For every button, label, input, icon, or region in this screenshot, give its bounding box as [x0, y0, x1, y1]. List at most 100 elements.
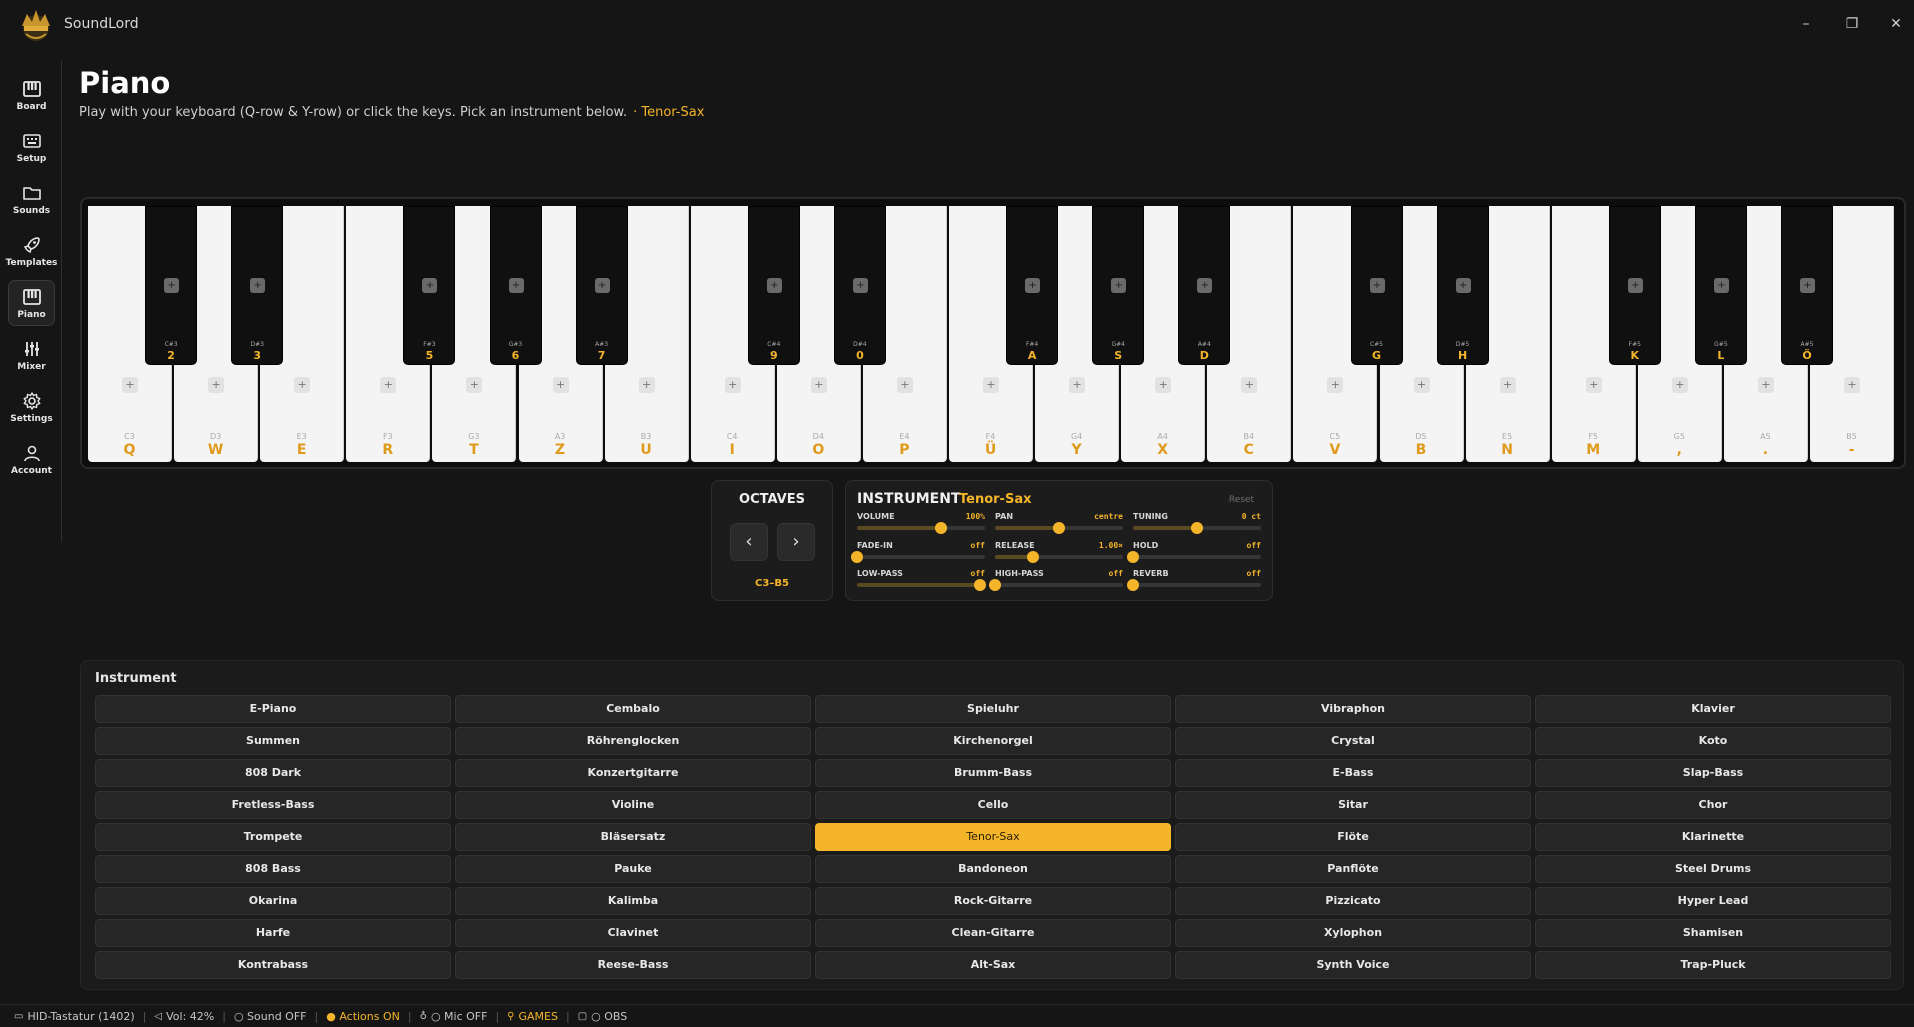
instrument-button[interactable]: Konzertgitarre: [455, 759, 811, 787]
instrument-button[interactable]: Vibraphon: [1175, 695, 1531, 723]
add-sound-button[interactable]: +: [1111, 278, 1127, 293]
status-obs[interactable]: ▢ ○ OBS: [578, 1010, 628, 1023]
add-sound-button[interactable]: +: [1025, 278, 1041, 293]
instrument-button[interactable]: Summen: [95, 727, 451, 755]
add-sound-button[interactable]: +: [1369, 278, 1385, 293]
instrument-button[interactable]: Okarina: [95, 887, 451, 915]
add-sound-button[interactable]: +: [1585, 377, 1602, 393]
instrument-button[interactable]: Bläsersatz: [455, 823, 811, 851]
instrument-button[interactable]: Slap-Bass: [1535, 759, 1891, 787]
status-games[interactable]: ⚲ GAMES: [507, 1010, 558, 1023]
minimize-button[interactable]: –: [1792, 12, 1820, 36]
nav-mixer[interactable]: Mixer: [8, 332, 55, 378]
instrument-button[interactable]: 808 Dark: [95, 759, 451, 787]
slider-handle[interactable]: [1027, 551, 1040, 563]
add-sound-button[interactable]: +: [1155, 377, 1172, 393]
add-sound-button[interactable]: +: [1627, 278, 1643, 293]
add-sound-button[interactable]: +: [1241, 377, 1258, 393]
add-sound-button[interactable]: +: [638, 377, 655, 393]
black-key[interactable]: + C#3 2: [145, 206, 198, 365]
slider-handle[interactable]: [1127, 551, 1139, 563]
status-mic[interactable]: ♁ ○ Mic OFF: [420, 1010, 488, 1023]
instrument-button[interactable]: Crystal: [1175, 727, 1531, 755]
instrument-button[interactable]: Trompete: [95, 823, 451, 851]
black-key[interactable]: + G#4 S: [1092, 206, 1145, 365]
add-sound-button[interactable]: +: [724, 377, 741, 393]
nav-sounds[interactable]: Sounds: [8, 176, 55, 222]
add-sound-button[interactable]: +: [1499, 377, 1516, 393]
instrument-button[interactable]: Flöte: [1175, 823, 1531, 851]
add-sound-button[interactable]: +: [380, 377, 397, 393]
add-sound-button[interactable]: +: [1671, 377, 1688, 393]
reset-button[interactable]: Reset: [1229, 495, 1254, 505]
instrument-button[interactable]: E-Piano: [95, 695, 451, 723]
add-sound-button[interactable]: +: [164, 278, 180, 293]
nav-piano[interactable]: Piano: [8, 280, 55, 326]
octave-down-button[interactable]: ‹: [730, 523, 768, 561]
add-sound-button[interactable]: +: [294, 377, 311, 393]
instrument-button[interactable]: Sitar: [1175, 791, 1531, 819]
black-key[interactable]: + D#3 3: [231, 206, 284, 365]
add-sound-button[interactable]: +: [250, 278, 266, 293]
add-sound-button[interactable]: +: [422, 278, 438, 293]
black-key[interactable]: + A#3 7: [575, 206, 628, 365]
instrument-button[interactable]: Synth Voice: [1175, 951, 1531, 979]
instrument-button[interactable]: Pizzicato: [1175, 887, 1531, 915]
add-sound-button[interactable]: +: [1413, 377, 1430, 393]
instrument-button[interactable]: Harfe: [95, 919, 451, 947]
add-sound-button[interactable]: +: [1713, 278, 1729, 293]
octave-up-button[interactable]: ›: [777, 523, 815, 561]
instrument-button[interactable]: Kontrabass: [95, 951, 451, 979]
instrument-button[interactable]: E-Bass: [1175, 759, 1531, 787]
add-sound-button[interactable]: +: [1455, 278, 1471, 293]
instrument-button[interactable]: Clean-Gitarre: [815, 919, 1171, 947]
add-sound-button[interactable]: +: [1069, 377, 1086, 393]
nav-account[interactable]: Account: [8, 436, 55, 482]
slider-handle[interactable]: [851, 551, 863, 563]
black-key[interactable]: + F#5 K: [1608, 206, 1661, 365]
add-sound-button[interactable]: +: [1757, 377, 1774, 393]
slider-handle[interactable]: [1191, 522, 1203, 534]
instrument-button[interactable]: Trap-Pluck: [1535, 951, 1891, 979]
instrument-button[interactable]: Fretless-Bass: [95, 791, 451, 819]
instrument-button[interactable]: Kirchenorgel: [815, 727, 1171, 755]
instrument-button[interactable]: Pauke: [455, 855, 811, 883]
black-key[interactable]: + F#4 A: [1006, 206, 1059, 365]
instrument-button[interactable]: Klarinette: [1535, 823, 1891, 851]
black-key[interactable]: + C#5 G: [1350, 206, 1403, 365]
add-sound-button[interactable]: +: [122, 377, 138, 393]
add-sound-button[interactable]: +: [1800, 278, 1815, 293]
instrument-button[interactable]: Kalimba: [455, 887, 811, 915]
nav-settings[interactable]: Settings: [8, 384, 55, 430]
instrument-button[interactable]: Bandoneon: [815, 855, 1171, 883]
instrument-button[interactable]: Röhrenglocken: [455, 727, 811, 755]
instrument-button[interactable]: Panflöte: [1175, 855, 1531, 883]
status-device[interactable]: ▭ HID-Tastatur (1402): [14, 1010, 135, 1023]
status-volume[interactable]: ◁ Vol: 42%: [154, 1010, 214, 1023]
slider-handle[interactable]: [973, 579, 986, 591]
slider-track[interactable]: [851, 551, 985, 563]
instrument-button[interactable]: Reese-Bass: [455, 951, 811, 979]
status-actions[interactable]: ● Actions ON: [326, 1010, 400, 1023]
add-sound-button[interactable]: +: [852, 278, 868, 293]
slider-handle[interactable]: [935, 522, 948, 534]
add-sound-button[interactable]: +: [896, 377, 913, 393]
nav-templates[interactable]: Templates: [6, 228, 57, 274]
instrument-button[interactable]: Shamisen: [1535, 919, 1891, 947]
slider-track[interactable]: [1133, 522, 1261, 534]
add-sound-button[interactable]: +: [766, 278, 782, 293]
slider-handle[interactable]: [989, 579, 1001, 591]
instrument-button[interactable]: Rock-Gitarre: [815, 887, 1171, 915]
black-key[interactable]: + A#5 Ö: [1781, 206, 1833, 365]
add-sound-button[interactable]: +: [1844, 377, 1860, 393]
black-key[interactable]: + G#3 6: [489, 206, 542, 365]
instrument-button[interactable]: Koto: [1535, 727, 1891, 755]
status-sound[interactable]: ○ Sound OFF: [234, 1010, 307, 1023]
nav-board[interactable]: Board: [8, 72, 55, 118]
maximize-button[interactable]: ❐: [1838, 12, 1866, 36]
slider-handle[interactable]: [1053, 522, 1065, 534]
instrument-button[interactable]: Steel Drums: [1535, 855, 1891, 883]
instrument-button[interactable]: Chor: [1535, 791, 1891, 819]
slider-track[interactable]: [857, 579, 986, 591]
slider-track[interactable]: [995, 551, 1123, 563]
